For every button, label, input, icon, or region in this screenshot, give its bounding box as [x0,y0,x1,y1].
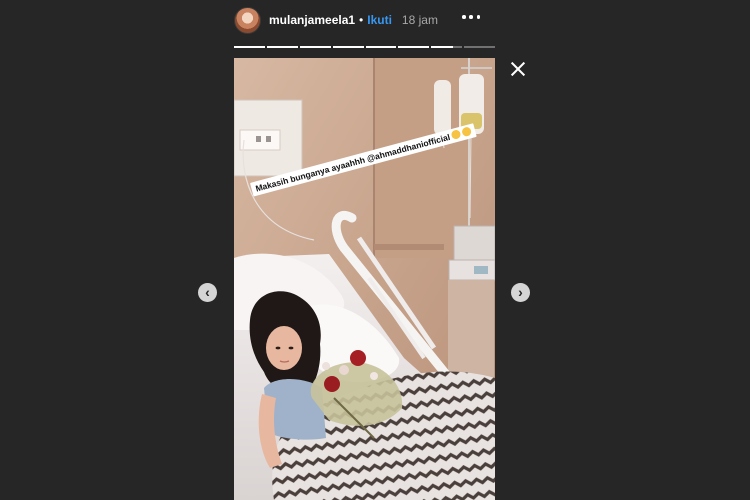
more-options-icon[interactable] [462,15,480,21]
hospital-photo [234,58,495,500]
progress-segment [299,46,331,48]
separator-dot: • [359,13,364,27]
story-image[interactable] [234,58,495,500]
story-viewer: mulanjameela1 • Ikuti 18 jam Makasih bun… [0,0,750,500]
close-icon[interactable] [510,61,526,77]
progress-segment [398,46,430,48]
post-time: 18 jam [401,13,438,27]
progress-segment [431,46,463,48]
follow-button[interactable]: Ikuti [367,13,392,27]
chevron-left-icon[interactable]: ‹ [198,283,217,302]
progress-segment [332,46,364,48]
progress-segment [365,46,397,48]
story-progress-bar [234,46,495,48]
progress-segment [464,46,495,48]
username[interactable]: mulanjameela1 [269,13,355,27]
progress-segment [266,46,298,48]
avatar[interactable] [234,6,261,34]
emoji-icon [450,129,462,141]
chevron-right-icon[interactable]: › [511,283,530,302]
progress-segment [234,46,265,48]
story-header: mulanjameela1 • Ikuti 18 jam [234,5,496,35]
emoji-icon [461,126,473,138]
